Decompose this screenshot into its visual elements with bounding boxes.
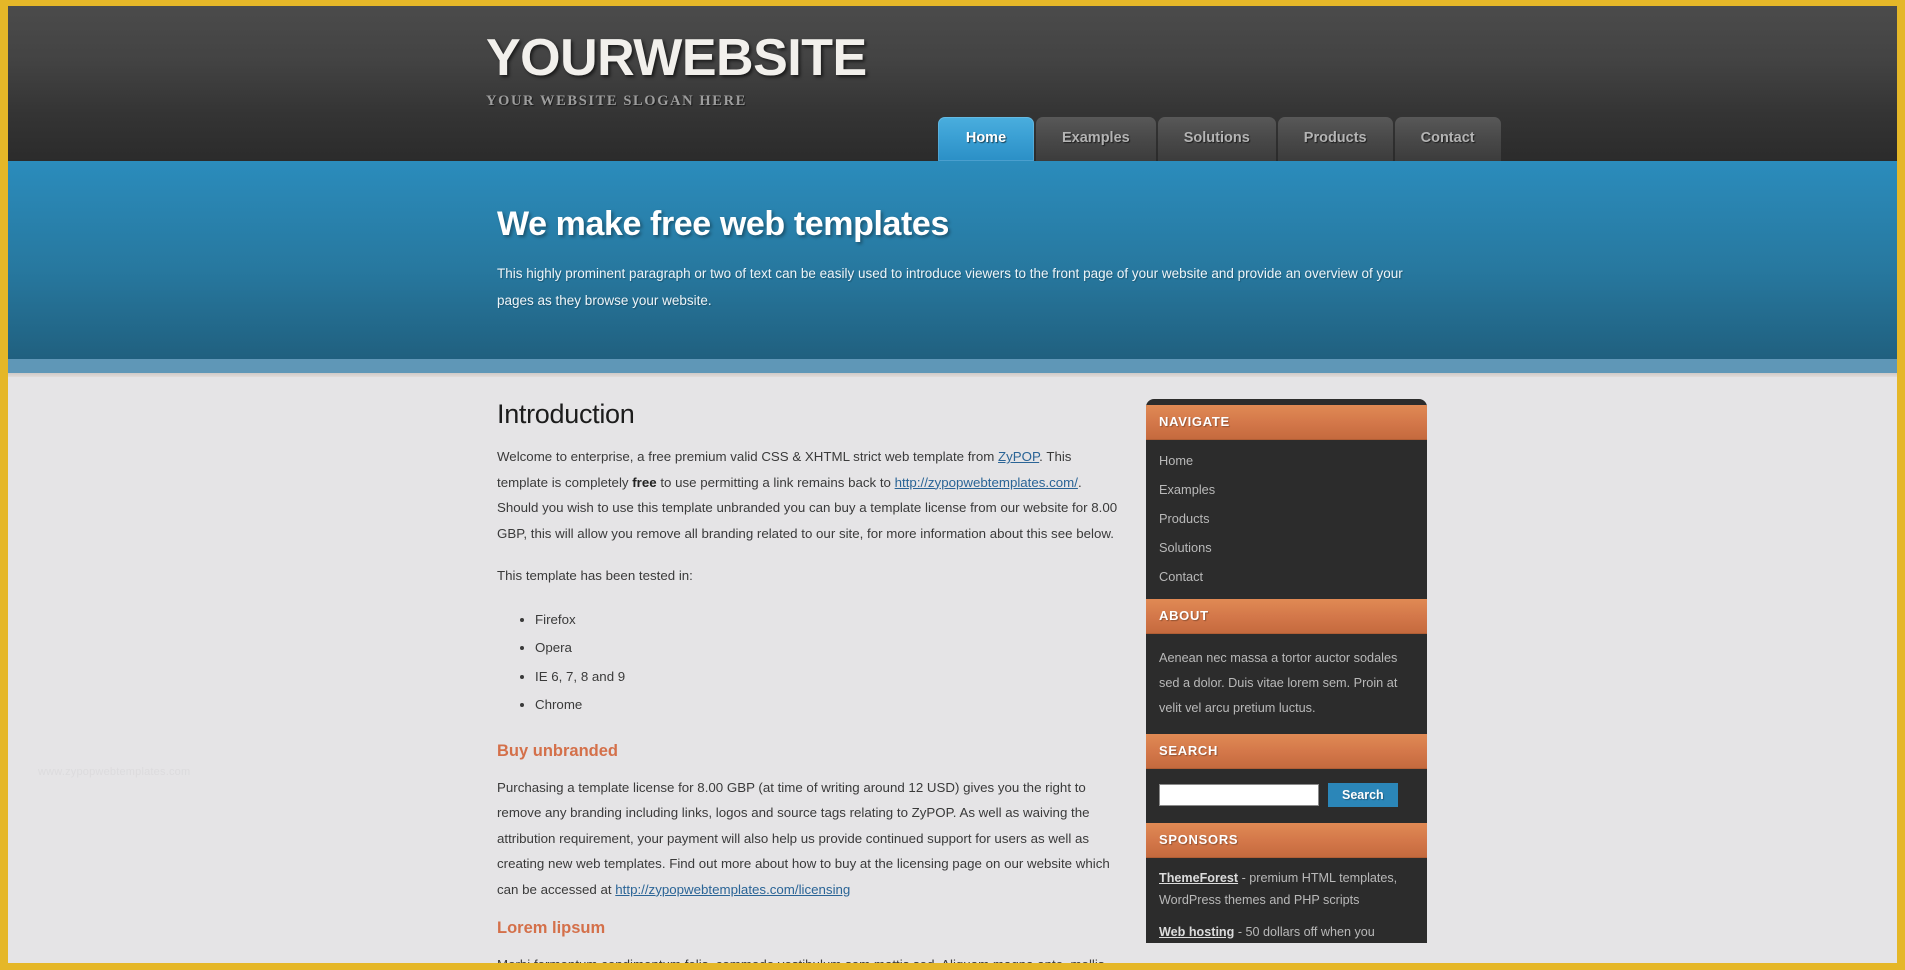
sidebar-item-home[interactable]: Home bbox=[1146, 446, 1427, 475]
search-panel: SEARCH Search bbox=[1146, 734, 1427, 824]
intro-text-a: Welcome to enterprise, a free premium va… bbox=[497, 449, 999, 464]
list-item: Chrome bbox=[535, 691, 1119, 720]
navigate-panel-body: Home Examples Products Solutions Contact bbox=[1146, 440, 1427, 599]
sidebar-item-contact[interactable]: Contact bbox=[1146, 562, 1427, 591]
licensing-link[interactable]: http://zypopwebtemplates.com/licensing bbox=[615, 882, 850, 897]
search-panel-title: SEARCH bbox=[1146, 734, 1427, 770]
sponsors-panel-title: SPONSORS bbox=[1146, 823, 1427, 859]
sponsor-item: Web hosting - 50 dollars off when you bbox=[1146, 912, 1427, 944]
sponsors-panel: SPONSORS ThemeForest - premium HTML temp… bbox=[1146, 823, 1427, 944]
sidebar-item-examples[interactable]: Examples bbox=[1146, 475, 1427, 504]
page-frame: YOURWEBSITE YOUR WEBSITE SLOGAN HERE Hom… bbox=[0, 0, 1905, 970]
hero-banner: We make free web templates This highly p… bbox=[8, 161, 1897, 359]
site-slogan: YOUR WEBSITE SLOGAN HERE bbox=[486, 93, 747, 109]
hero-bottom-strip bbox=[8, 359, 1897, 373]
nav-tab-examples[interactable]: Examples bbox=[1036, 117, 1156, 161]
hero-inner: We make free web templates This highly p… bbox=[497, 205, 1427, 314]
content-area: Introduction Welcome to enterprise, a fr… bbox=[8, 377, 1897, 963]
about-panel-title: ABOUT bbox=[1146, 599, 1427, 634]
columns: Introduction Welcome to enterprise, a fr… bbox=[497, 399, 1427, 963]
main-navigation: Home Examples Solutions Products Contact bbox=[938, 117, 1501, 161]
site-title: YOURWEBSITE bbox=[486, 29, 867, 87]
main-column: Introduction Welcome to enterprise, a fr… bbox=[497, 399, 1119, 963]
about-panel-text: Aenean nec massa a tortor auctor sodales… bbox=[1159, 651, 1398, 715]
intro-text-c: to use permitting a link remains back to bbox=[656, 474, 895, 490]
zypop-url-link[interactable]: http://zypopwebtemplates.com/ bbox=[895, 475, 1078, 490]
buy-unbranded-heading: Buy unbranded bbox=[497, 741, 619, 760]
watermark: www.zypopwebtemplates.com bbox=[38, 766, 191, 778]
list-item: Firefox bbox=[535, 606, 1119, 635]
navigate-panel: NAVIGATE Home Examples Products Solution… bbox=[1146, 399, 1427, 599]
sidebar: NAVIGATE Home Examples Products Solution… bbox=[1146, 399, 1427, 963]
buy-text: Purchasing a template license for 8.00 G… bbox=[497, 779, 1110, 897]
lorem-paragraph: Morbi fermentum condimentum felis, commo… bbox=[497, 952, 1119, 963]
sponsor-item: ThemeForest - premium HTML templates, Wo… bbox=[1146, 858, 1427, 911]
search-input[interactable] bbox=[1159, 784, 1319, 807]
page-title: Introduction bbox=[497, 399, 635, 429]
about-panel: ABOUT Aenean nec massa a tortor auctor s… bbox=[1146, 599, 1427, 735]
tested-label: This template has been tested in: bbox=[497, 568, 693, 584]
sidebar-item-solutions[interactable]: Solutions bbox=[1146, 533, 1427, 562]
nav-tab-contact[interactable]: Contact bbox=[1394, 117, 1501, 161]
nav-tab-solutions[interactable]: Solutions bbox=[1157, 117, 1276, 161]
sponsor-text: - 50 dollars off when you bbox=[1234, 924, 1375, 939]
nav-tab-home[interactable]: Home bbox=[938, 117, 1034, 161]
browser-list: Firefox Opera IE 6, 7, 8 and 9 Chrome bbox=[535, 606, 1119, 720]
themeforest-link[interactable]: ThemeForest bbox=[1159, 871, 1238, 885]
navigate-panel-title: NAVIGATE bbox=[1146, 405, 1427, 440]
list-item: Opera bbox=[535, 634, 1119, 663]
hero-title: We make free web templates bbox=[497, 205, 949, 243]
search-row: Search bbox=[1146, 769, 1427, 823]
hero-paragraph: This highly prominent paragraph or two o… bbox=[497, 266, 1403, 308]
free-emphasis: free bbox=[632, 474, 657, 490]
brand-block: YOURWEBSITE YOUR WEBSITE SLOGAN HERE bbox=[486, 32, 867, 110]
lorem-lipsum-heading: Lorem lipsum bbox=[497, 919, 606, 938]
nav-tab-products[interactable]: Products bbox=[1277, 117, 1393, 161]
intro-paragraph: Welcome to enterprise, a free premium va… bbox=[497, 444, 1119, 546]
search-button[interactable]: Search bbox=[1328, 783, 1398, 808]
page-inner: YOURWEBSITE YOUR WEBSITE SLOGAN HERE Hom… bbox=[8, 6, 1897, 963]
site-header: YOURWEBSITE YOUR WEBSITE SLOGAN HERE Hom… bbox=[8, 6, 1897, 161]
sponsors-body: ThemeForest - premium HTML templates, Wo… bbox=[1146, 858, 1427, 943]
zypop-link[interactable]: ZyPOP bbox=[998, 449, 1039, 464]
buy-unbranded-paragraph: Purchasing a template license for 8.00 G… bbox=[497, 775, 1119, 903]
webhosting-link[interactable]: Web hosting bbox=[1159, 925, 1234, 939]
list-item: IE 6, 7, 8 and 9 bbox=[535, 663, 1119, 692]
sidebar-item-products[interactable]: Products bbox=[1146, 504, 1427, 533]
